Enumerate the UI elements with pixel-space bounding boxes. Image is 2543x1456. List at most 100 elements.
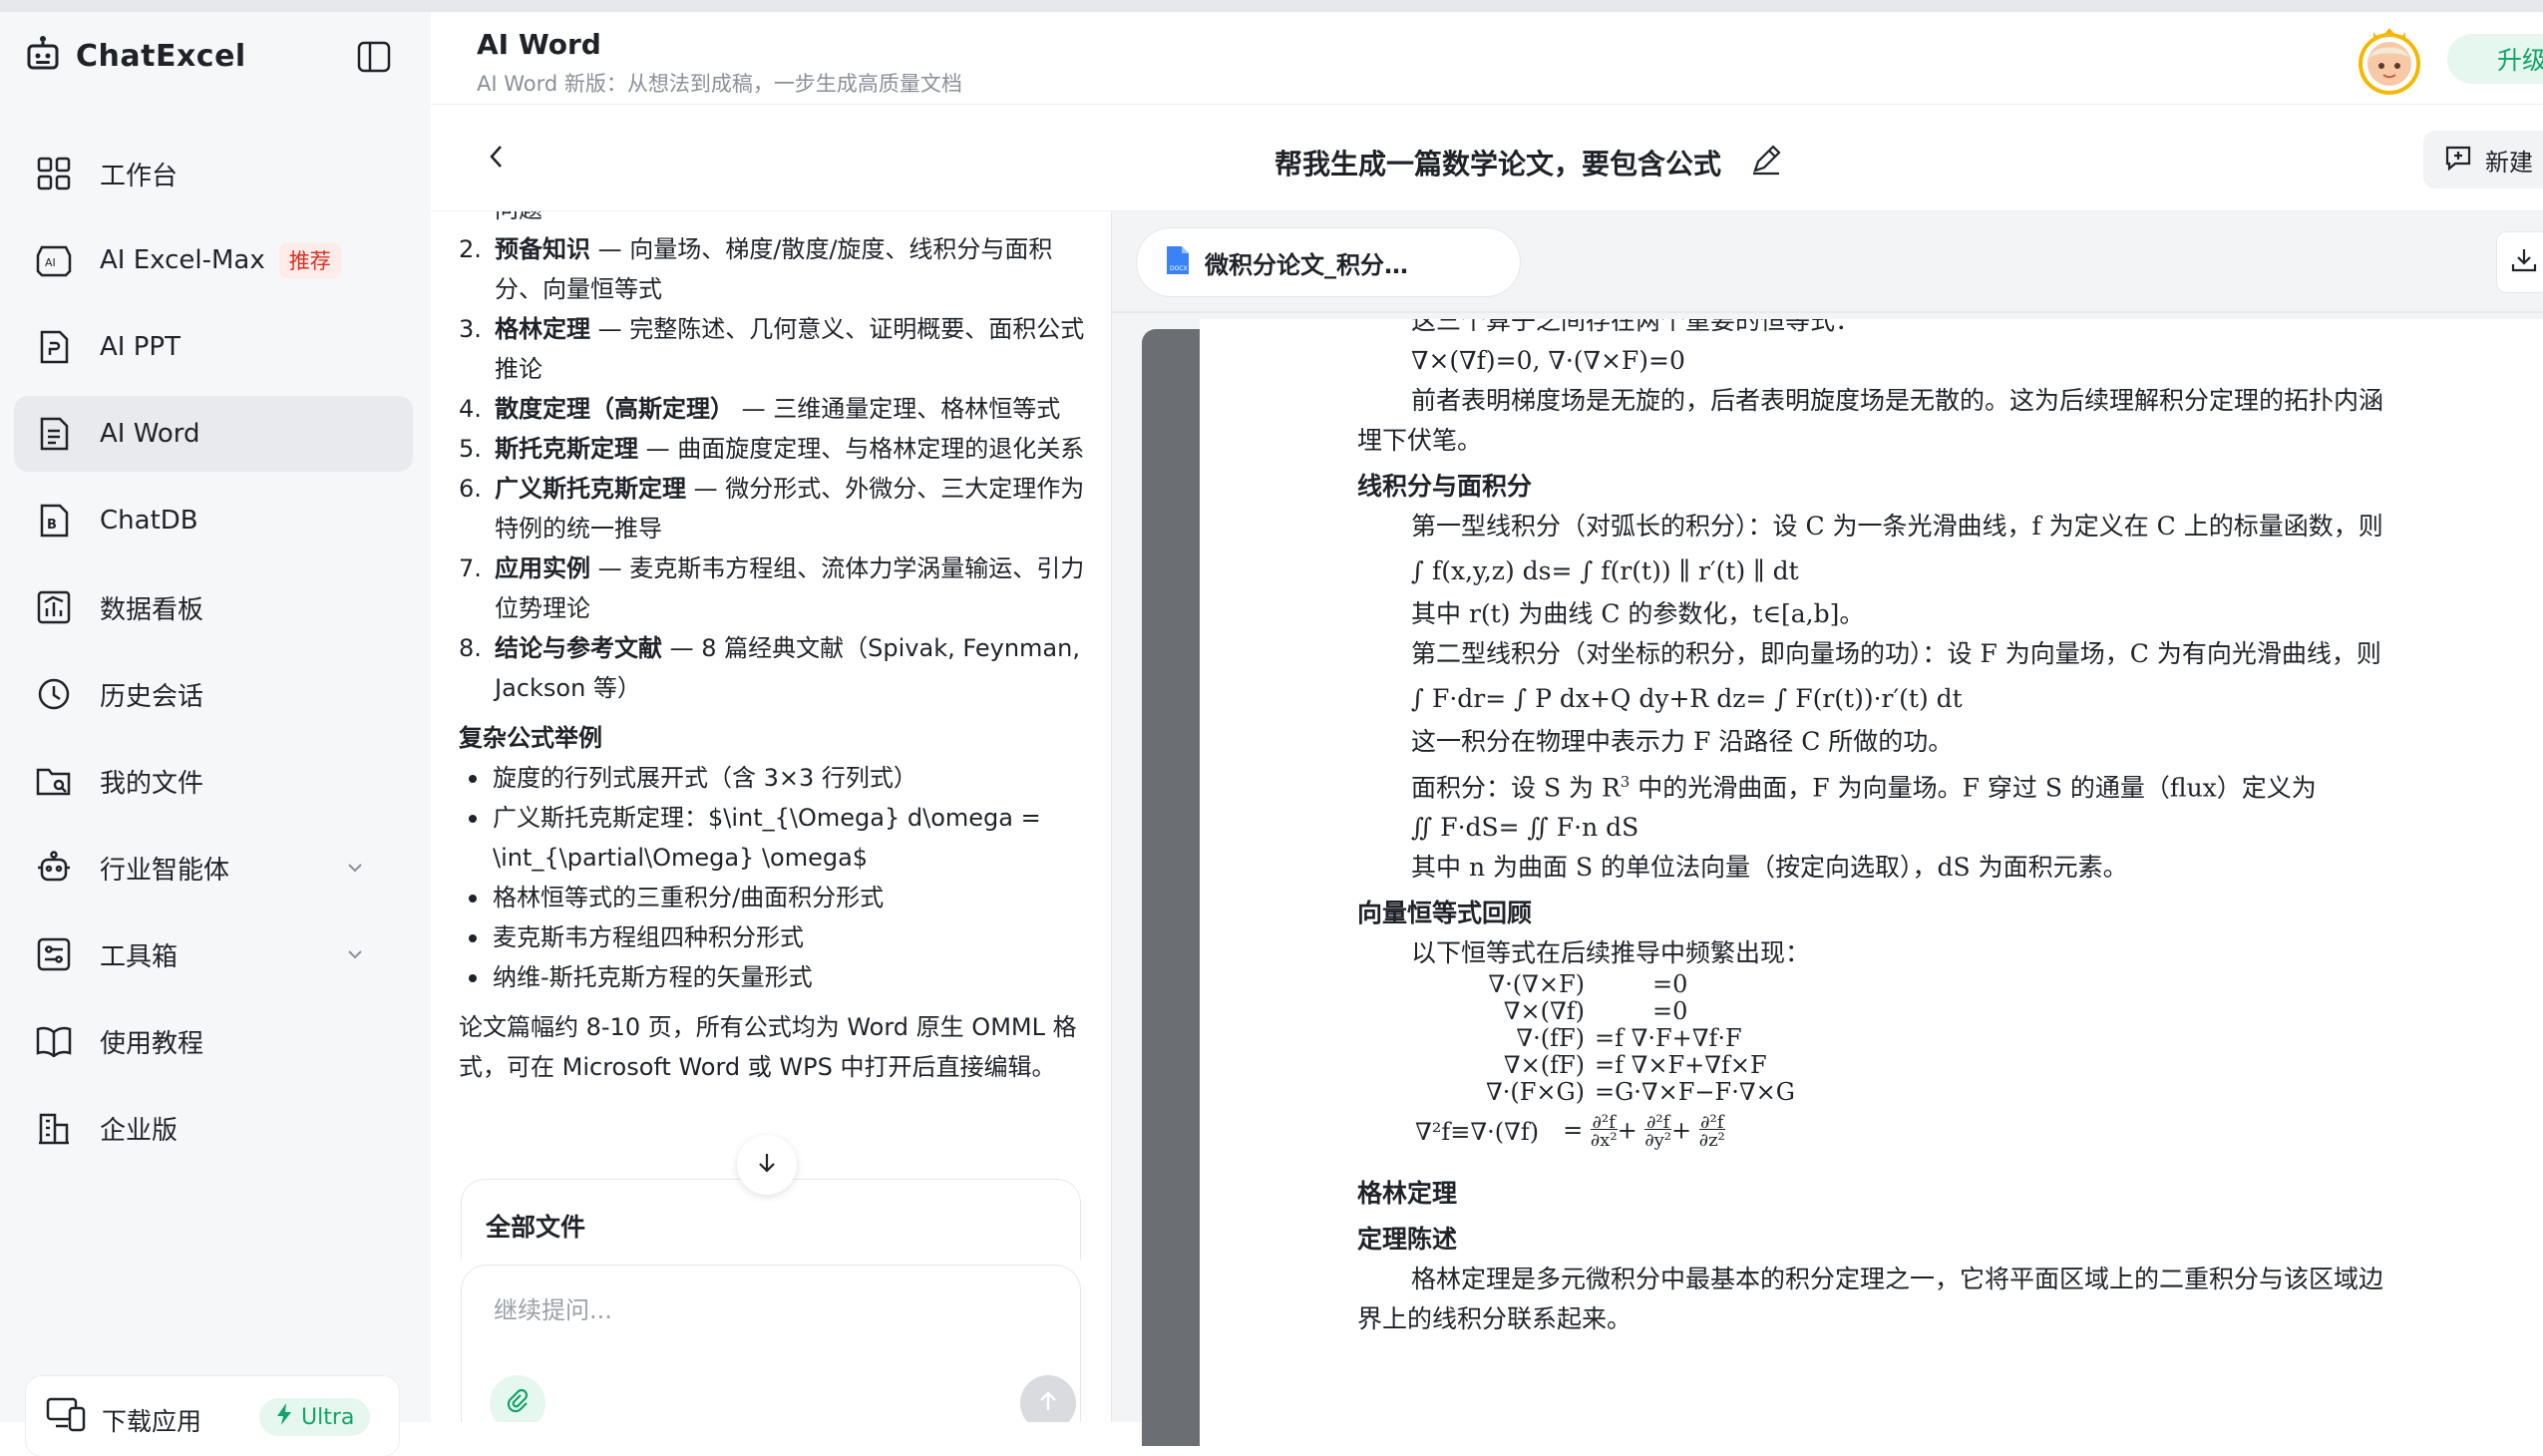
sidebar-item-label: AI PPT [100, 332, 181, 362]
bullet-dot [469, 775, 477, 783]
doc-subheading: 定理陈述 [1357, 1225, 1458, 1255]
outline-item: 4. 散度定理（高斯定理） — 三维通量定理、格林恒等式 [459, 389, 1087, 429]
laplacian-lhs: ∇²f≡∇·(∇f) [1415, 1117, 1540, 1146]
clipped-outline-text: 问题 [495, 211, 543, 229]
download-app-card[interactable]: 下载应用 Ultra [26, 1376, 399, 1456]
sidebar-toggle-icon [356, 39, 392, 79]
upgrade-button[interactable]: 升级 [2447, 34, 2543, 84]
doc-heading: 向量恒等式回顾 [1357, 899, 1533, 928]
identity-rhs: =0 [1652, 970, 1688, 999]
sidebar-item-toolbox[interactable]: 工具箱 [14, 916, 413, 992]
doc-paragraph: 这一积分在物理中表示力 F 沿路径 C 所做的功。 [1411, 727, 1954, 756]
collapse-sidebar-button[interactable] [351, 36, 397, 82]
outline-heading: 广义斯托克斯定理 [495, 475, 686, 503]
identity-rhs: =f ∇·F+∇f·F [1595, 1024, 1742, 1053]
grid-icon [34, 154, 74, 193]
sidebar-item-history[interactable]: 历史会话 [14, 656, 413, 732]
identity-row: ∇·(∇×F) =0 [1415, 971, 2404, 998]
toolbox-icon [34, 934, 74, 974]
identity-lhs: ∇·(F×G) [1485, 1078, 1585, 1107]
outline-number: 6. [459, 475, 482, 503]
panel-divider [1112, 311, 2543, 313]
page-subtitle: AI Word 新版：从想法到成稿，一步生成高质量文档 [477, 72, 962, 96]
sidebar-item-label: ChatDB [100, 506, 198, 536]
fraction: ∂²f ∂z² [1698, 1112, 1725, 1152]
bullet-dot [469, 815, 477, 823]
section-heading: 复杂公式举例 [459, 724, 602, 752]
outline-number: 2. [459, 235, 482, 263]
ultra-label: Ultra [301, 1404, 355, 1430]
doc-paragraph: 第一型线积分（对弧长的积分）：设 C 为一条光滑曲线，f 为定义在 C 上的标量… [1411, 512, 2383, 541]
sidebar-item-enterprise[interactable]: 企业版 [14, 1090, 413, 1166]
identity-formula: ∇×(∇f)=0, ∇·(∇×F)=0 [1411, 346, 1685, 375]
outline-heading: 斯托克斯定理 [495, 435, 638, 463]
outline-number: 5. [459, 435, 482, 463]
sidebar-item-tutorial[interactable]: 使用教程 [14, 1003, 413, 1079]
brand-name: ChatExcel [76, 38, 246, 74]
document-page[interactable]: 这三个算子之间存在两个重要的恒等式： ∇×(∇f)=0, ∇·(∇×F)=0 前… [1200, 319, 2543, 1456]
assistant-message: 2. 预备知识 — 向量场、梯度/散度/旋度、线积分与面积分、向量恒等式 3. 格林… [459, 229, 1087, 1087]
dashboard-icon [34, 587, 74, 627]
outline-heading: 应用实例 [495, 554, 590, 582]
document-file-tab[interactable]: DOCX 微积分论文_积分… [1136, 227, 1521, 297]
doc-paragraph: 前者表明梯度场是无旋的，后者表明旋度场是无散的。这为后续理解积分定理的拓扑内涵埋… [1357, 386, 2384, 455]
identity-lhs: ∇·(∇×F) [1488, 970, 1585, 999]
new-chat-button[interactable]: 新建 [2423, 131, 2543, 188]
download-app-label: 下载应用 [102, 1407, 202, 1436]
ultra-badge[interactable]: Ultra [259, 1398, 371, 1436]
scroll-to-bottom-button[interactable] [737, 1135, 797, 1195]
sidebar-item-my-files[interactable]: 我的文件 [14, 743, 413, 819]
avatar[interactable] [2354, 18, 2425, 96]
sidebar-nav: 工作台 AI AI Excel-Max 推荐 AI PPT AI Word B … [14, 136, 413, 1177]
docx-file-icon: DOCX [1165, 244, 1191, 280]
download-document-button[interactable] [2496, 231, 2543, 293]
identity-rhs: =G·∇×F−F·∇×G [1595, 1078, 1795, 1107]
sidebar-item-workbench[interactable]: 工作台 [14, 136, 413, 211]
outline-heading: 散度定理（高斯定理） [495, 395, 734, 423]
sidebar-item-chatdb[interactable]: B ChatDB [14, 483, 413, 558]
sidebar-item-ai-ppt[interactable]: AI PPT [14, 309, 413, 385]
identity-row: ∇·(F×G) =G·∇×F−F·∇×G [1415, 1079, 2404, 1106]
robot-logo-icon [26, 34, 60, 78]
new-chat-label: 新建 [2485, 148, 2533, 177]
ai-excel-icon: AI [34, 240, 74, 280]
chevron-down-icon[interactable] [343, 856, 367, 880]
closing-paragraph: 论文篇幅约 8-10 页，所有公式均为 Word 原生 OMML 格式，可在 M… [459, 1013, 1077, 1081]
arrow-down-icon [754, 1150, 780, 1180]
sidebar-item-label: 历史会话 [100, 681, 204, 712]
folder-icon [34, 761, 74, 801]
back-button[interactable] [479, 141, 515, 177]
doc-paragraph: 格林定理是多元微积分中最基本的积分定理之一，它将平面区域上的二重积分与该区域边界… [1357, 1265, 2384, 1334]
edit-title-icon[interactable] [1749, 143, 1783, 177]
list-item: 格林恒等式的三重积分/曲面积分形式 [459, 878, 1087, 917]
page-title: AI Word [477, 28, 601, 61]
conversation-title: 帮我生成一篇数学论文，要包含公式 [1274, 148, 1722, 181]
sidebar-item-ai-excel-max[interactable]: AI AI Excel-Max 推荐 [14, 222, 413, 298]
sidebar-item-industry-agents[interactable]: 行业智能体 [14, 830, 413, 906]
brand[interactable]: ChatExcel [26, 30, 246, 82]
outline-item: 5. 斯托克斯定理 — 曲面旋度定理、与格林定理的退化关系 [459, 429, 1087, 469]
doc-heading: 格林定理 [1357, 1179, 1458, 1209]
outline-item: 8. 结论与参考文献 — 8 篇经典文献（Spivak, Feynman, Jac… [459, 628, 1087, 708]
doc-paragraph: 以下恒等式在后续推导中频繁出现： [1411, 938, 1811, 968]
chat-input[interactable] [492, 1289, 1054, 1331]
outline-heading: 结论与参考文献 [495, 634, 662, 662]
outline-item: 2. 预备知识 — 向量场、梯度/散度/旋度、线积分与面积分、向量恒等式 [459, 229, 1087, 309]
identity-lhs: ∇·(fF) [1516, 1024, 1585, 1053]
word-doc-icon [34, 414, 74, 454]
outline-item: 3. 格林定理 — 完整陈述、几何意义、证明概要、面积公式推论 [459, 309, 1087, 389]
attach-button[interactable] [490, 1375, 545, 1422]
sidebar-item-label: 我的文件 [100, 768, 204, 799]
flux-integral-formula: ∬ F·dS= ∬ F·n dS [1411, 813, 1639, 843]
history-icon [34, 674, 74, 714]
identity-row: ∇·(fF) =f ∇·F+∇f·F [1415, 1025, 2404, 1052]
chevron-down-icon[interactable] [343, 942, 367, 966]
svg-text:DOCX: DOCX [1170, 265, 1188, 272]
clipped-doc-line: 这三个算子之间存在两个重要的恒等式： [1357, 319, 2404, 341]
identity-lhs: ∇×(fF) [1503, 1051, 1585, 1080]
send-button[interactable] [1020, 1375, 1076, 1422]
list-item-text: 广义斯托克斯定理：$\int_{\Omega} d\omega = \int_{… [493, 804, 1041, 872]
sidebar-item-dashboard[interactable]: 数据看板 [14, 569, 413, 645]
bullet-dot [469, 934, 477, 942]
sidebar-item-ai-word[interactable]: AI Word [14, 396, 413, 472]
